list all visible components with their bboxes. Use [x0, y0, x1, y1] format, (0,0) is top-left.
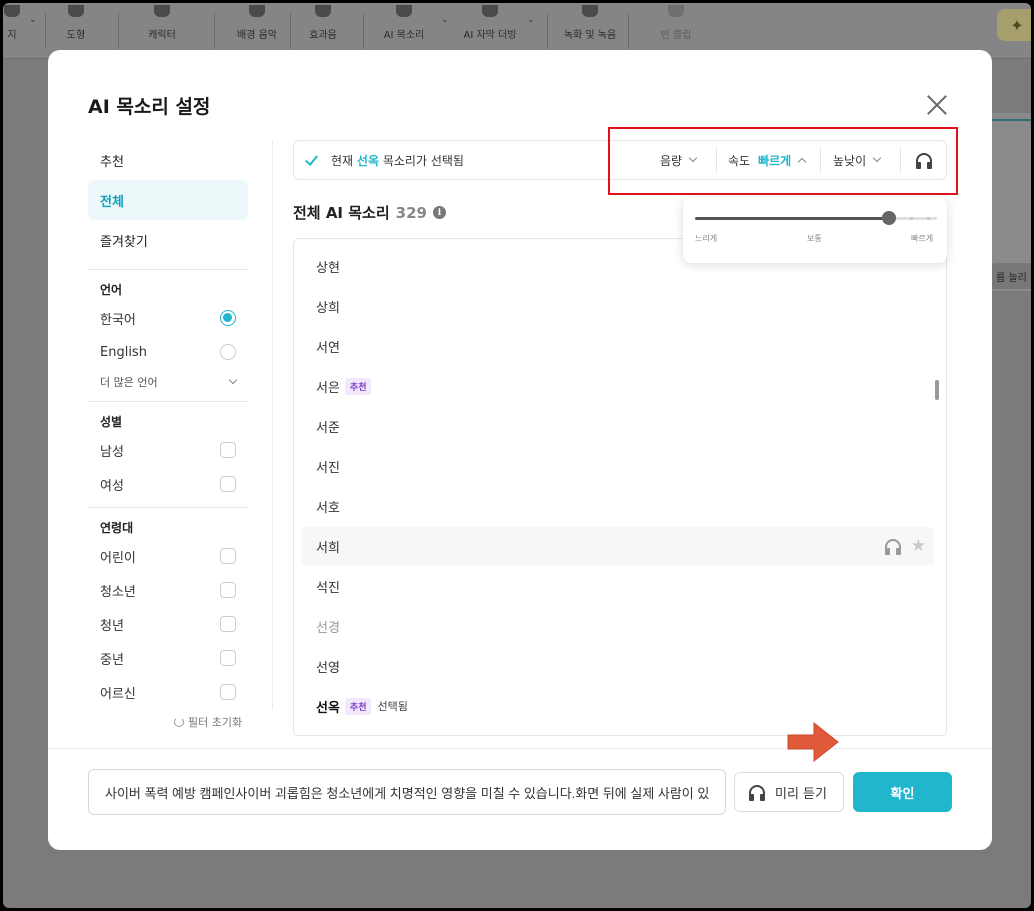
radio-unchecked[interactable] [220, 344, 236, 360]
chevron-down-icon[interactable]: ⌄ [441, 15, 449, 25]
recommended-badge: 추천 [344, 697, 372, 715]
checkbox[interactable] [220, 476, 236, 492]
slider-max-label: 빠르게 [911, 234, 934, 243]
voice-name: 서희 [316, 540, 340, 556]
nav-all[interactable]: 전체 [88, 180, 248, 220]
nav-recommended[interactable]: 추천 [88, 140, 248, 180]
modal-title: AI 목소리 설정 [88, 96, 211, 118]
nav-favorites[interactable]: 즐겨찾기 [88, 220, 248, 260]
voice-list-item[interactable]: 서진 [302, 447, 934, 485]
voice-name: 서진 [316, 460, 340, 476]
chevron-down-icon[interactable]: ⌄ [527, 15, 535, 25]
slider-min-label: 느리게 [695, 234, 718, 243]
star-icon[interactable]: ★ [911, 538, 926, 555]
age-option-middle-aged[interactable]: 중년 [88, 641, 248, 675]
preview-button[interactable]: 미리 듣기 [734, 772, 844, 812]
character-icon [154, 5, 170, 17]
radio-checked[interactable] [220, 310, 236, 326]
scrollbar-thumb[interactable] [935, 380, 939, 400]
checkbox[interactable] [220, 582, 236, 598]
language-option-korean[interactable]: 한국어 [88, 301, 248, 335]
voice-name: 서준 [316, 420, 340, 436]
voice-name: 선경 [316, 620, 340, 636]
sparkle-icon: ✦ [1010, 15, 1024, 35]
language-option-english[interactable]: English [88, 335, 248, 369]
speed-slider-handle[interactable] [881, 211, 896, 225]
voice-list-item[interactable]: 서희 ★ [302, 527, 934, 565]
gender-option-female[interactable]: 여성 [88, 467, 248, 501]
age-option-child[interactable]: 어린이 [88, 539, 248, 573]
gender-heading: 성별 [100, 415, 123, 429]
info-icon[interactable]: i [432, 206, 446, 219]
record-icon [582, 5, 598, 17]
voice-list-item[interactable]: 상희 [302, 287, 934, 325]
voice-list-item[interactable]: 선경 [302, 607, 934, 645]
dubbing-icon [482, 5, 498, 17]
checkbox[interactable] [220, 684, 236, 700]
voice-name: 상현 [316, 260, 340, 276]
age-option-senior[interactable]: 어르신 [88, 675, 248, 709]
pointer-arrow-icon [787, 721, 839, 763]
voice-name: 서은 [316, 380, 340, 396]
slider-mid-label: 보통 [807, 234, 822, 243]
voice-list-item[interactable]: 서준 [302, 407, 934, 445]
more-languages-toggle[interactable]: 더 많은 언어 [88, 369, 248, 395]
speed-slider-track[interactable] [695, 217, 937, 220]
filter-sidebar: 추천 전체 즐겨찾기 언어 한국어 English 더 많은 언어 성별 남성 … [88, 140, 248, 709]
voice-name: 서연 [316, 340, 340, 356]
voice-list-item[interactable]: 선영 [302, 647, 934, 685]
voice-list-item[interactable]: 서은 추천 [302, 367, 934, 405]
voice-list-item[interactable]: 서호 [302, 487, 934, 525]
clip-icon [668, 5, 684, 17]
checkbox[interactable] [220, 616, 236, 632]
voice-name: 서호 [316, 500, 340, 516]
filter-reset-button[interactable]: 필터 초기화 [174, 714, 242, 730]
checkbox[interactable] [220, 650, 236, 666]
voice-count: 329 [395, 203, 427, 222]
background-side-panel: 름 늘리 [990, 113, 1031, 291]
speed-slider-popover: 느리게 보통 빠르게 [683, 197, 947, 263]
ai-star-button[interactable]: ✦ [997, 9, 1031, 41]
voice-name: 석진 [316, 580, 340, 596]
selected-label: 선택됨 [377, 700, 408, 713]
voice-list-title: 전체 AI 목소리 329 i [293, 202, 446, 223]
chevron-down-icon [228, 375, 238, 385]
voice-name: 선옥 [316, 700, 340, 716]
modal-footer: 미리 듣기 확인 [48, 748, 992, 850]
highlight-box [608, 127, 958, 195]
recommended-badge: 추천 [344, 377, 372, 395]
refresh-icon [174, 717, 184, 727]
checkbox[interactable] [220, 548, 236, 564]
voice-list-item[interactable]: 석진 [302, 567, 934, 605]
music-icon [249, 5, 265, 17]
toolbar-item-partial[interactable]: 지 [3, 3, 21, 59]
voice-list-item[interactable]: 서연 [302, 327, 934, 365]
age-option-young-adult[interactable]: 청년 [88, 607, 248, 641]
age-option-teen[interactable]: 청소년 [88, 573, 248, 607]
gender-option-male[interactable]: 남성 [88, 433, 248, 467]
headphones-icon[interactable] [884, 539, 901, 555]
chevron-down-icon[interactable]: ⌄ [29, 15, 37, 25]
shape-icon [68, 5, 84, 17]
checkbox[interactable] [220, 442, 236, 458]
close-icon[interactable] [926, 94, 948, 116]
headphones-icon [749, 785, 765, 801]
voice-icon [396, 5, 412, 17]
background-partial-button[interactable]: 름 늘리 [992, 263, 1031, 289]
age-heading: 연령대 [100, 521, 134, 535]
voice-name: 상희 [316, 300, 340, 316]
voice-list: 상현 상희 서연 서은 추천 서준 서진 서호 서희 ★ 석진 선경 선영 선옥 추천 선택됨 [293, 238, 947, 736]
current-voice-status: 현재 선옥 목소리가 선택됨 [331, 154, 464, 168]
row-actions: ★ [884, 538, 926, 555]
language-heading: 언어 [100, 283, 123, 297]
checkmark-icon [304, 152, 319, 166]
tool-icon [4, 5, 20, 17]
script-text-input[interactable] [88, 769, 726, 815]
megaphone-icon [315, 5, 331, 17]
voice-name: 선영 [316, 660, 340, 676]
confirm-button[interactable]: 확인 [853, 772, 952, 812]
